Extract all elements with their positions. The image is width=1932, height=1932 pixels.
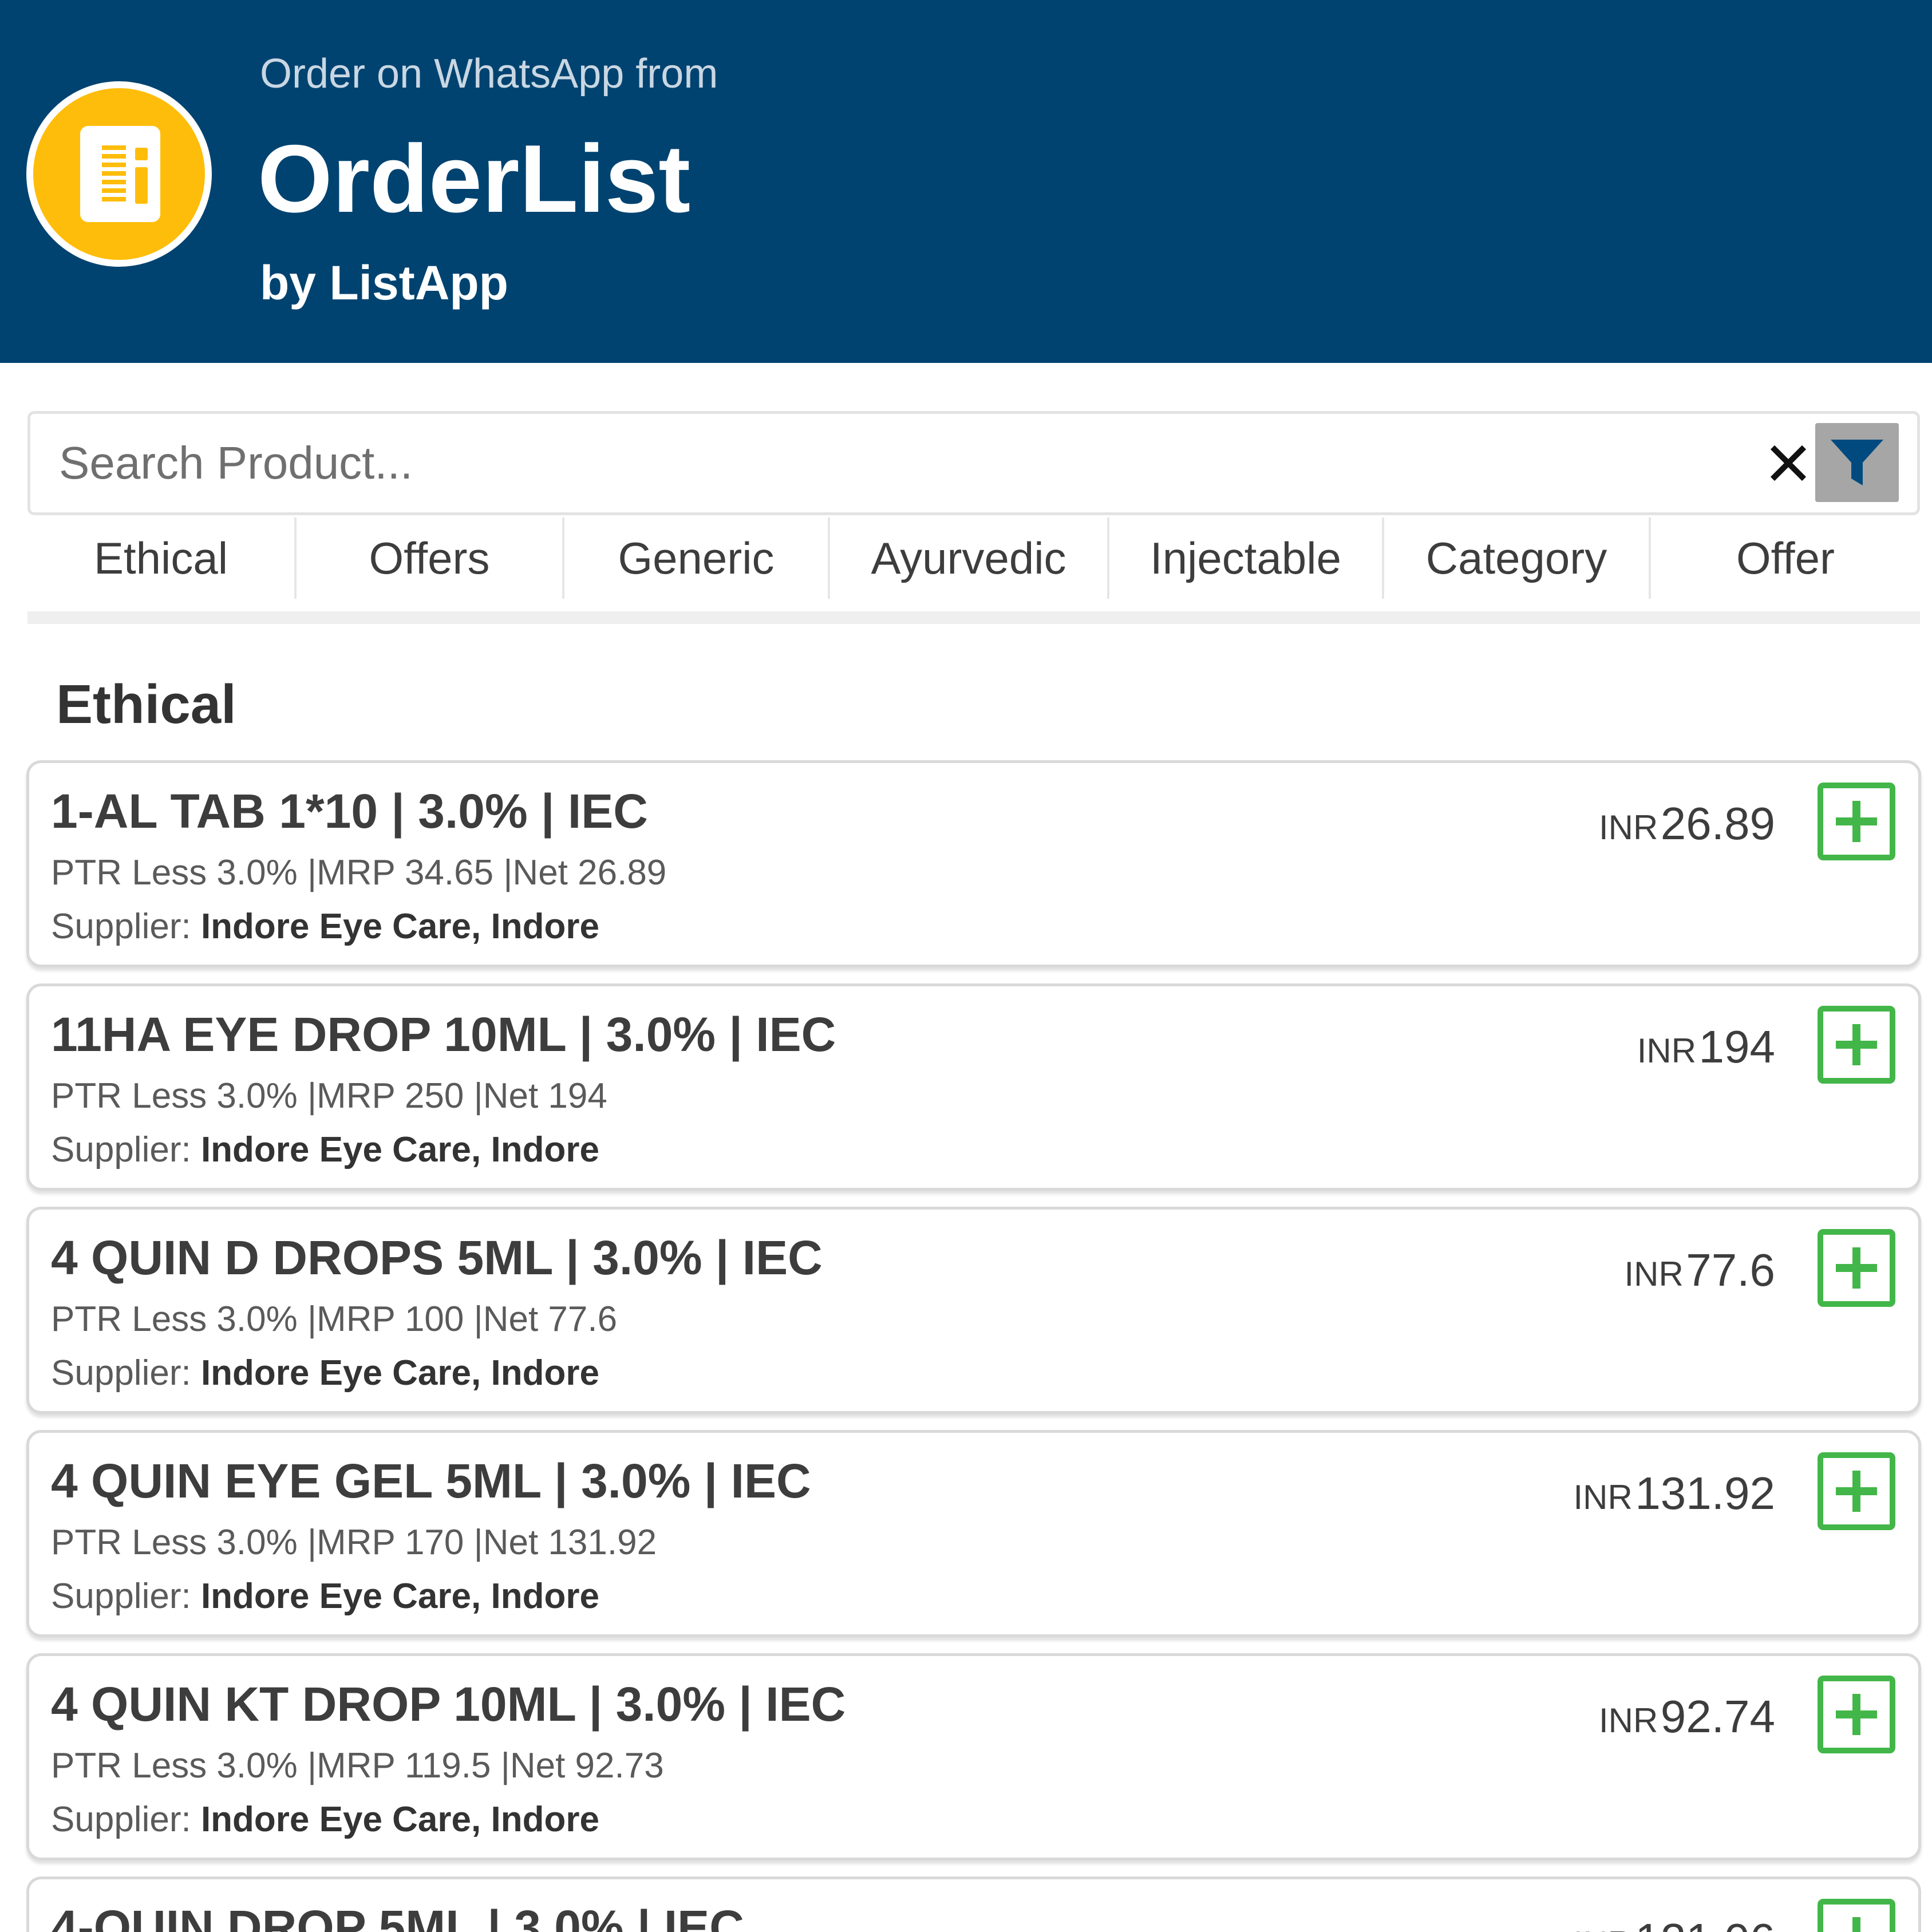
product-price: INR 194: [1637, 1021, 1775, 1073]
product-pricing-detail: PTR Less 3.0% |MRP 119.5 |Net 92.73: [51, 1746, 664, 1785]
header-subtitle: Order on WhatsApp from: [260, 51, 718, 97]
price-currency: INR: [1599, 1701, 1658, 1740]
product-card: 4 QUIN KT DROP 10ML | 3.0% | IEC PTR Les…: [26, 1653, 1921, 1860]
product-card: 4-QUIN DROP 5ML | 3.0% | IEC INR 121.06: [26, 1876, 1921, 1932]
orderlist-logo-icon: [26, 81, 212, 267]
filter-button[interactable]: [1815, 423, 1899, 502]
add-to-cart-button[interactable]: [1818, 1229, 1895, 1307]
tab-offers[interactable]: Offers: [297, 517, 564, 599]
product-price: INR 26.89: [1599, 797, 1775, 850]
product-name: 4 QUIN EYE GEL 5ML | 3.0% | IEC: [51, 1454, 811, 1508]
product-supplier: Supplier: Indore Eye Care, Indore: [51, 1353, 599, 1393]
product-name: 4-QUIN DROP 5ML | 3.0% | IEC: [51, 1901, 744, 1932]
product-pricing-detail: PTR Less 3.0% |MRP 34.65 |Net 26.89: [51, 853, 667, 892]
product-supplier: Supplier: Indore Eye Care, Indore: [51, 906, 599, 947]
product-price: INR 77.6: [1625, 1244, 1776, 1297]
funnel-filter-icon: [1831, 440, 1883, 485]
price-amount: 26.89: [1660, 798, 1775, 849]
supplier-name: Indore Eye Care, Indore: [200, 1577, 599, 1616]
product-name: 1-AL TAB 1*10 | 3.0% | IEC: [51, 784, 648, 838]
header-byline: by ListApp: [260, 256, 508, 310]
section-title: Ethical: [56, 674, 236, 735]
product-supplier: Supplier: Indore Eye Care, Indore: [51, 1576, 599, 1617]
supplier-name: Indore Eye Care, Indore: [200, 1800, 599, 1839]
supplier-label: Supplier:: [51, 1130, 201, 1170]
price-currency: INR: [1599, 808, 1658, 847]
app-header: Order on WhatsApp from OrderList by List…: [0, 0, 1932, 363]
supplier-label: Supplier:: [51, 1353, 201, 1393]
tab-injectable[interactable]: Injectable: [1109, 517, 1384, 599]
price-amount: 131.92: [1635, 1468, 1775, 1519]
search-bar: [27, 411, 1920, 515]
product-card: 4 QUIN D DROPS 5ML | 3.0% | IEC PTR Less…: [26, 1207, 1921, 1414]
search-input[interactable]: [59, 430, 1696, 496]
add-to-cart-button[interactable]: [1818, 1676, 1895, 1753]
product-name: 11HA EYE DROP 10ML | 3.0% | IEC: [51, 1008, 836, 1061]
product-supplier: Supplier: Indore Eye Care, Indore: [51, 1129, 599, 1170]
product-supplier: Supplier: Indore Eye Care, Indore: [51, 1799, 599, 1840]
tab-ethical[interactable]: Ethical: [27, 517, 297, 599]
supplier-name: Indore Eye Care, Indore: [200, 1130, 599, 1170]
product-card: 4 QUIN EYE GEL 5ML | 3.0% | IEC PTR Less…: [26, 1430, 1921, 1637]
product-price: INR 121.06: [1574, 1914, 1775, 1932]
add-to-cart-button[interactable]: [1818, 1899, 1895, 1932]
price-currency: INR: [1573, 1478, 1633, 1516]
price-amount: 77.6: [1686, 1244, 1775, 1295]
product-name: 4 QUIN D DROPS 5ML | 3.0% | IEC: [51, 1231, 823, 1285]
product-price: INR 131.92: [1574, 1467, 1775, 1520]
add-to-cart-button[interactable]: [1818, 783, 1895, 860]
supplier-label: Supplier:: [51, 1800, 201, 1839]
product-pricing-detail: PTR Less 3.0% |MRP 170 |Net 131.92: [51, 1523, 657, 1562]
price-amount: 194: [1698, 1021, 1775, 1072]
add-to-cart-button[interactable]: [1818, 1452, 1895, 1530]
add-to-cart-button[interactable]: [1818, 1006, 1895, 1084]
product-card: 11HA EYE DROP 10ML | 3.0% | IEC PTR Less…: [26, 983, 1921, 1191]
product-card: 1-AL TAB 1*10 | 3.0% | IEC PTR Less 3.0%…: [26, 760, 1921, 967]
price-amount: 121.06: [1635, 1914, 1775, 1932]
tab-ayurvedic[interactable]: Ayurvedic: [830, 517, 1109, 599]
supplier-name: Indore Eye Care, Indore: [200, 907, 599, 946]
price-currency: INR: [1637, 1032, 1697, 1070]
app-title: OrderList: [258, 125, 691, 232]
tab-offer[interactable]: Offer: [1651, 517, 1920, 599]
price-currency: INR: [1574, 1925, 1633, 1932]
product-name: 4 QUIN KT DROP 10ML | 3.0% | IEC: [51, 1677, 846, 1731]
product-pricing-detail: PTR Less 3.0% |MRP 250 |Net 194: [51, 1076, 607, 1116]
close-icon[interactable]: [1757, 430, 1820, 496]
tab-category[interactable]: Category: [1384, 517, 1651, 599]
tab-generic[interactable]: Generic: [564, 517, 830, 599]
supplier-name: Indore Eye Care, Indore: [200, 1353, 599, 1393]
price-currency: INR: [1624, 1255, 1684, 1293]
product-pricing-detail: PTR Less 3.0% |MRP 100 |Net 77.6: [51, 1299, 618, 1339]
product-price: INR 92.74: [1599, 1690, 1775, 1743]
supplier-label: Supplier:: [51, 907, 201, 946]
supplier-label: Supplier:: [51, 1577, 201, 1616]
category-tabs: Ethical Offers Generic Ayurvedic Injecta…: [27, 515, 1920, 624]
price-amount: 92.74: [1660, 1691, 1775, 1742]
